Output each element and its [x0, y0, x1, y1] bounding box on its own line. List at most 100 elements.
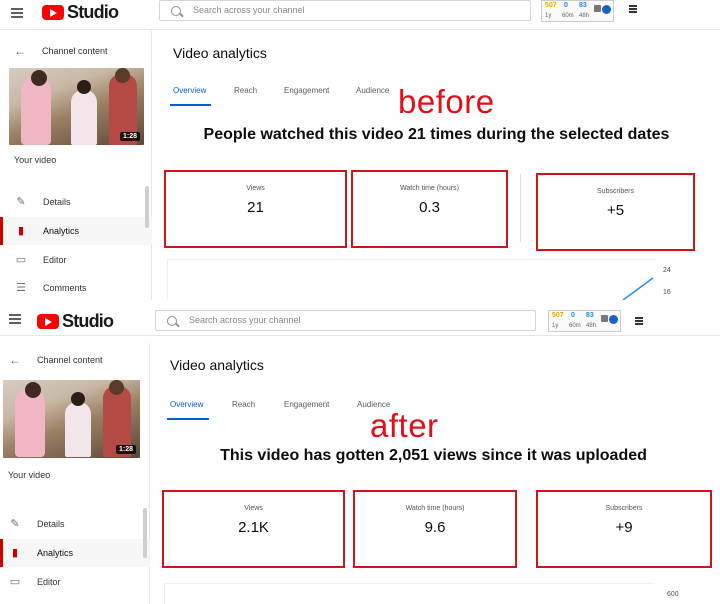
tab-reach[interactable]: Reach	[234, 86, 257, 95]
menu-icon[interactable]	[11, 8, 23, 18]
video-duration: 1:28	[119, 132, 140, 141]
widget-views-period: 60m	[569, 323, 581, 329]
summary-headline: People watched this video 21 times durin…	[203, 126, 670, 143]
card-divider	[520, 174, 521, 242]
tab-engagement[interactable]: Engagement	[284, 400, 329, 409]
thumbnail-figure	[115, 68, 130, 83]
sidebar-item-label: Details	[37, 519, 65, 529]
thumbnail-figure	[109, 380, 124, 395]
metric-card-subscribers[interactable]: Subscribers +9	[536, 490, 712, 568]
back-to-channel-content[interactable]: ← Channel content	[14, 44, 108, 58]
menu-icon[interactable]	[9, 314, 21, 324]
pencil-icon: ✎	[10, 518, 20, 530]
search-placeholder: Search across your channel	[189, 315, 301, 325]
before-annotation: before	[398, 83, 495, 120]
active-tab-indicator	[170, 104, 211, 106]
metric-label: Subscribers	[605, 505, 643, 512]
metric-value: 21	[247, 199, 264, 216]
after-annotation: after	[370, 407, 439, 444]
video-thumbnail[interactable]: 1:28	[3, 380, 140, 458]
metric-value: 9.6	[424, 519, 446, 536]
sidebar-item-details[interactable]: ✎ Details	[0, 188, 152, 216]
channel-content-label: Channel content	[42, 46, 108, 56]
widget-subs-period: 1y	[545, 13, 552, 19]
metric-card-watch-time[interactable]: Watch time (hours) 9.6	[353, 490, 517, 568]
sidebar-item-label: Analytics	[43, 226, 80, 236]
widget-subs: 507	[552, 312, 564, 319]
stats-extension-widget[interactable]: 507 0 83 1y 60m 48h	[548, 310, 621, 332]
widget-menu-icon[interactable]	[629, 5, 637, 14]
sidebar-scrollbar[interactable]	[143, 508, 147, 558]
youtube-studio-logo[interactable]: Studio	[37, 311, 114, 332]
metric-card-watch-time[interactable]: Watch time (hours) 0.3	[351, 170, 508, 248]
thumbnail-figure	[71, 90, 97, 145]
tab-audience[interactable]: Audience	[356, 86, 389, 95]
search-icon	[167, 316, 177, 326]
thumbnail-figure	[31, 70, 47, 86]
image-icon[interactable]	[601, 315, 608, 322]
metric-card-views[interactable]: Views 2.1K	[162, 490, 345, 568]
views-chart[interactable]	[167, 259, 657, 300]
widget-subs-period: 1y	[552, 323, 559, 329]
sidebar-item-editor[interactable]: ▭ Editor	[0, 246, 152, 274]
after-screenshot: Studio Search across your channel 507 0 …	[0, 306, 720, 604]
metric-value: 0.3	[419, 199, 440, 216]
main-content: Video analytics Overview Reach Engagemen…	[150, 343, 720, 604]
editor-icon: ▭	[15, 254, 27, 266]
search-input[interactable]: Search across your channel	[159, 0, 531, 21]
widget-watch: 83	[586, 312, 594, 319]
sidebar-item-label: Editor	[37, 577, 61, 587]
active-tab-indicator	[167, 418, 209, 420]
sidebar-item-comments[interactable]: ☰ Comments	[0, 274, 152, 300]
back-to-channel-content[interactable]: ← Channel content	[9, 353, 103, 367]
sidebar-item-details[interactable]: ✎ Details	[0, 510, 150, 538]
widget-watch-period: 48h	[586, 323, 597, 329]
sidebar-item-analytics[interactable]: ▮ Analytics	[0, 539, 150, 567]
extension-icon[interactable]	[602, 5, 611, 14]
sidebar-item-analytics[interactable]: ▮ Analytics	[0, 217, 152, 245]
thumbnail-figure	[71, 392, 85, 406]
sidebar-item-editor[interactable]: ▭ Editor	[0, 568, 150, 596]
sidebar-scrollbar[interactable]	[145, 186, 149, 228]
metric-label: Watch time (hours)	[405, 505, 465, 512]
search-icon	[171, 6, 181, 16]
tab-overview[interactable]: Overview	[173, 86, 206, 95]
metric-label: Subscribers	[597, 188, 634, 195]
extension-icon[interactable]	[609, 315, 618, 324]
stats-extension-widget[interactable]: 507 0 83 1y 60m 48h	[541, 0, 614, 22]
back-arrow-icon: ←	[9, 353, 21, 367]
tab-engagement[interactable]: Engagement	[284, 86, 329, 95]
tab-reach[interactable]: Reach	[232, 400, 255, 409]
metric-card-subscribers[interactable]: Subscribers +5	[536, 173, 695, 251]
comments-icon: ☰	[16, 282, 26, 294]
metric-card-views[interactable]: Views 21	[164, 170, 347, 248]
views-chart[interactable]	[164, 583, 654, 604]
metric-label: Watch time (hours)	[400, 185, 459, 192]
main-content: Video analytics Overview Reach Engagemen…	[153, 31, 720, 300]
page-title: Video analytics	[173, 45, 267, 61]
widget-views: 0	[564, 2, 568, 9]
search-placeholder: Search across your channel	[193, 5, 305, 15]
thumbnail-figure	[77, 80, 91, 94]
back-arrow-icon: ←	[14, 44, 26, 58]
widget-menu-icon[interactable]	[635, 317, 643, 326]
sidebar-item-label: Analytics	[37, 548, 74, 558]
sidebar-item-label: Editor	[43, 255, 67, 265]
y-axis-tick: 600	[667, 591, 679, 598]
video-thumbnail[interactable]: 1:28	[9, 68, 144, 145]
widget-watch: 83	[579, 2, 587, 9]
widget-views-period: 60m	[562, 13, 574, 19]
search-input[interactable]: Search across your channel	[155, 310, 536, 331]
video-duration: 1:28	[115, 445, 136, 454]
channel-content-label: Channel content	[37, 355, 103, 365]
image-icon[interactable]	[594, 5, 601, 12]
widget-views: 0	[571, 312, 575, 319]
youtube-play-icon	[37, 314, 59, 329]
youtube-studio-logo[interactable]: Studio	[42, 2, 119, 23]
tab-overview[interactable]: Overview	[170, 400, 203, 409]
metric-value: 2.1K	[238, 519, 269, 536]
metric-label: Views	[244, 505, 263, 512]
pencil-icon: ✎	[16, 196, 26, 208]
your-video-label: Your video	[14, 155, 57, 165]
sidebar-item-label: Details	[43, 197, 71, 207]
